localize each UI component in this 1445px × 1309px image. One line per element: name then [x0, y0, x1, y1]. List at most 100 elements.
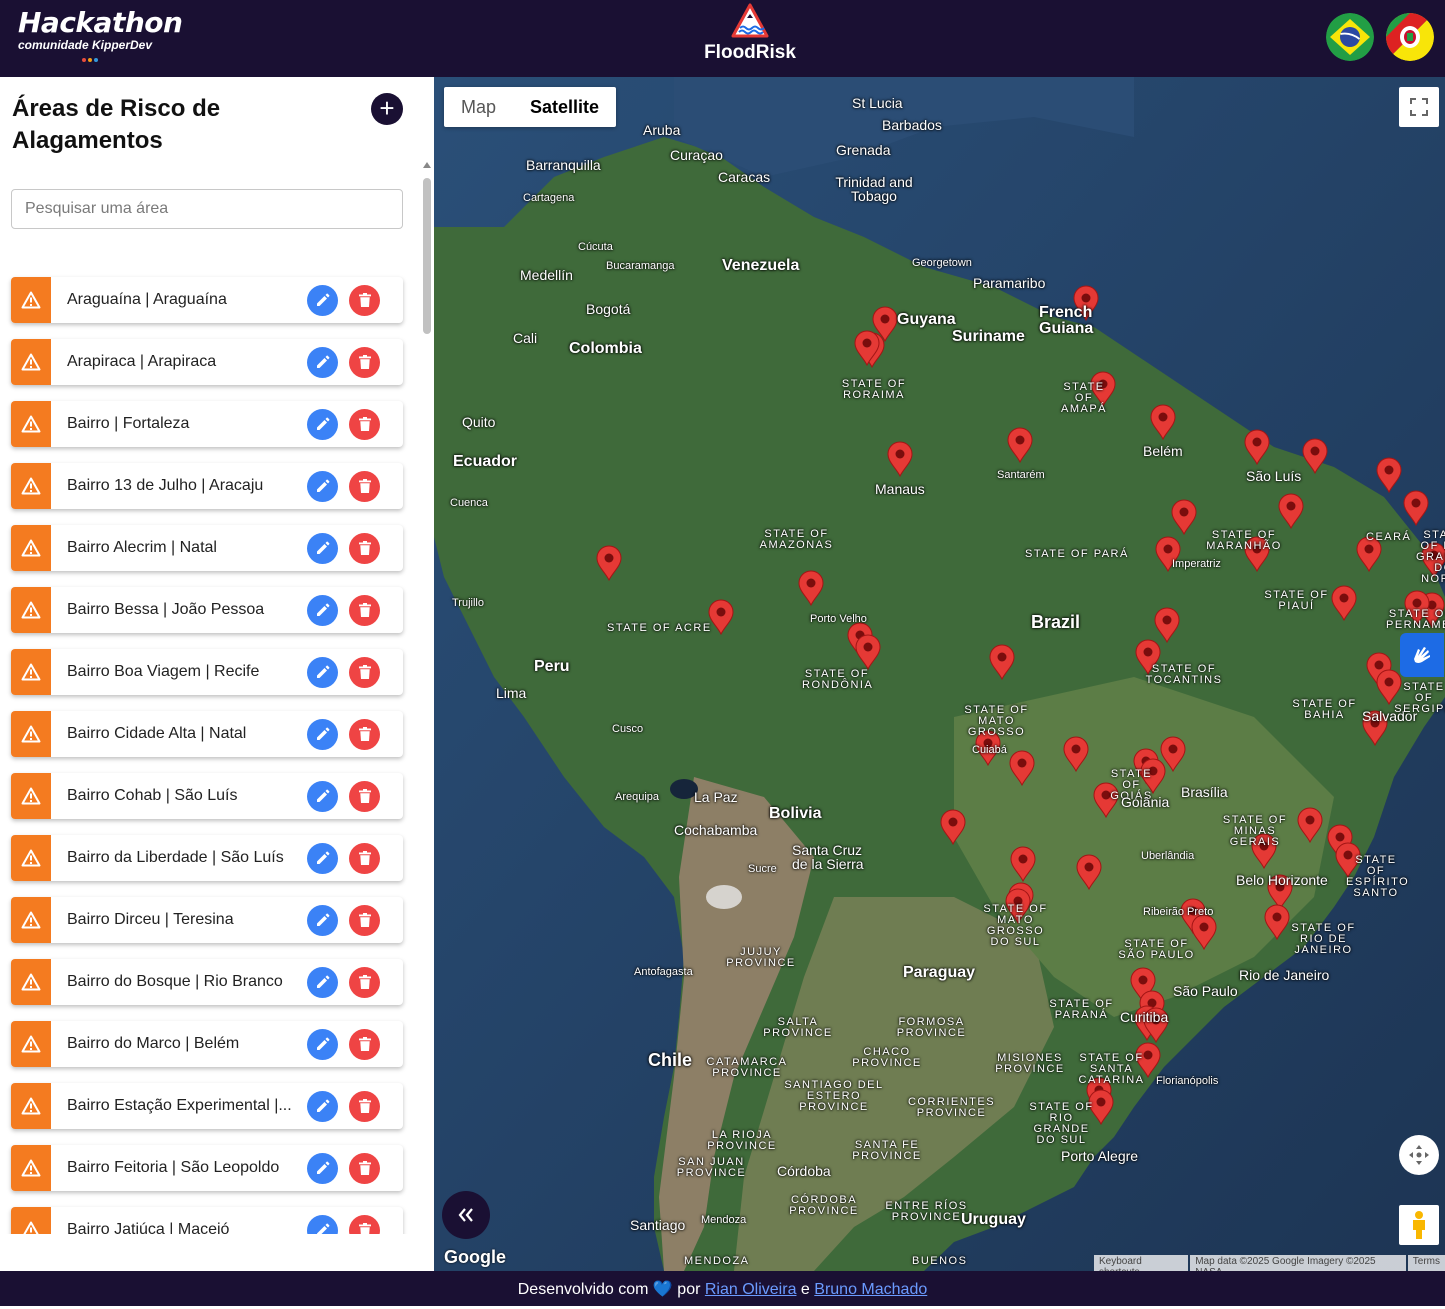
map-label: Guyana: [897, 311, 956, 328]
delete-button[interactable]: [349, 718, 380, 750]
edit-button[interactable]: [307, 904, 338, 936]
footer-and: e: [800, 1281, 810, 1298]
area-list-item[interactable]: Bairro do Marco | Belém: [11, 1021, 403, 1067]
warning-icon: [11, 277, 51, 323]
edit-button[interactable]: [307, 594, 338, 626]
map-label: Barranquilla: [526, 157, 601, 173]
edit-button[interactable]: [307, 1214, 338, 1234]
camera-control-button[interactable]: [1399, 1135, 1439, 1175]
fullscreen-button[interactable]: [1399, 87, 1439, 127]
map-label: CÓRDOBA PROVINCE: [789, 1194, 859, 1217]
delete-button[interactable]: [349, 1152, 380, 1184]
pencil-icon: [316, 603, 329, 616]
area-list-item[interactable]: Bairro do Bosque | Rio Branco: [11, 959, 403, 1005]
area-list-item[interactable]: Bairro Estação Experimental |...: [11, 1083, 403, 1129]
area-list-item[interactable]: Bairro Dirceu | Teresina: [11, 897, 403, 943]
area-list-item[interactable]: Bairro da Liberdade | São Luís: [11, 835, 403, 881]
search-input[interactable]: [11, 189, 403, 229]
author-link-bruno[interactable]: Bruno Machado: [814, 1281, 927, 1298]
edit-button[interactable]: [307, 532, 338, 564]
map-label: MENDOZA: [684, 1255, 750, 1267]
area-list-item[interactable]: Araguaína | Araguaína: [11, 277, 403, 323]
area-label: Bairro Jatiúca | Maceió: [67, 1221, 230, 1234]
map-label: Ecuador: [453, 453, 518, 470]
street-view-pegman-button[interactable]: [1399, 1205, 1439, 1245]
area-list: Araguaína | Araguaína Arapiraca | Arapir…: [11, 277, 403, 1234]
brazil-flag-button[interactable]: [1326, 13, 1374, 61]
footer-by: por: [677, 1281, 701, 1298]
area-list-item[interactable]: Bairro 13 de Julho | Aracaju: [11, 463, 403, 509]
scroll-thumb[interactable]: [423, 178, 431, 334]
keyboard-shortcuts-link[interactable]: Keyboard shortcuts: [1094, 1255, 1189, 1271]
area-list-item[interactable]: Bairro | Fortaleza: [11, 401, 403, 447]
area-label: Bairro 13 de Julho | Aracaju: [67, 477, 264, 494]
map-type-control: Map Satellite: [444, 87, 617, 127]
trash-icon: [358, 293, 371, 307]
edit-button[interactable]: [307, 408, 338, 440]
delete-button[interactable]: [349, 532, 380, 564]
edit-button[interactable]: [307, 1090, 338, 1122]
delete-button[interactable]: [349, 656, 380, 688]
warning-icon: [11, 897, 51, 943]
area-list-item[interactable]: Bairro Cidade Alta | Natal: [11, 711, 403, 757]
area-list-item[interactable]: Bairro Cohab | São Luís: [11, 773, 403, 819]
map-label: Santarém: [997, 469, 1045, 481]
map-label: Bucaramanga: [606, 260, 675, 272]
sidebar-scrollbar[interactable]: [421, 162, 433, 1234]
delete-button[interactable]: [349, 904, 380, 936]
terms-link[interactable]: Terms: [1407, 1255, 1445, 1271]
map-label: Curitiba: [1120, 1009, 1169, 1025]
map-label: STATE OF PIAUÍ: [1264, 589, 1329, 612]
area-list-item[interactable]: Bairro Jatiúca | Maceió: [11, 1207, 403, 1234]
delete-button[interactable]: [349, 1028, 380, 1060]
map-label: Suriname: [952, 328, 1025, 345]
collapse-sidebar-button[interactable]: [442, 1191, 490, 1239]
delete-button[interactable]: [349, 284, 380, 316]
pencil-icon: [316, 1223, 329, 1234]
area-list-item[interactable]: Bairro Feitoria | São Leopoldo: [11, 1145, 403, 1191]
pencil-icon: [316, 479, 329, 492]
edit-button[interactable]: [307, 966, 338, 998]
floodrisk-logo: FloodRisk: [690, 2, 810, 64]
edit-button[interactable]: [307, 470, 338, 502]
delete-button[interactable]: [349, 470, 380, 502]
delete-button[interactable]: [349, 780, 380, 812]
map-label: Chile: [648, 1050, 693, 1070]
map-view[interactable]: St Lucia Aruba Barbados Curaçao Grenada …: [434, 77, 1445, 1271]
map-label: STATE OF AMAPÁ: [1060, 381, 1107, 415]
map-label: St Lucia: [852, 95, 903, 111]
edit-button[interactable]: [307, 780, 338, 812]
edit-button[interactable]: [307, 656, 338, 688]
area-list-item[interactable]: Bairro Boa Viagem | Recife: [11, 649, 403, 695]
map-label: CEARÁ: [1366, 531, 1412, 543]
map-type-satellite-button[interactable]: Satellite: [513, 87, 616, 127]
edit-button[interactable]: [307, 346, 338, 378]
edit-button[interactable]: [307, 718, 338, 750]
edit-button[interactable]: [307, 1028, 338, 1060]
fullscreen-icon: [1410, 98, 1428, 116]
warning-icon: [11, 1021, 51, 1067]
delete-button[interactable]: [349, 346, 380, 378]
delete-button[interactable]: [349, 408, 380, 440]
accessibility-button[interactable]: [1400, 633, 1444, 677]
map-type-map-button[interactable]: Map: [444, 87, 513, 127]
delete-button[interactable]: [349, 966, 380, 998]
map-label: Curaçao: [670, 147, 723, 163]
edit-button[interactable]: [307, 284, 338, 316]
author-link-rian[interactable]: Rian Oliveira: [705, 1281, 797, 1298]
map-label: Peru: [534, 658, 570, 675]
map-label: LA RIOJA PROVINCE: [707, 1129, 777, 1152]
delete-button[interactable]: [349, 1090, 380, 1122]
delete-button[interactable]: [349, 1214, 380, 1234]
hackathon-logo: Hackathon comunidade KipperDev: [18, 8, 183, 62]
pencil-icon: [316, 727, 329, 740]
delete-button[interactable]: [349, 594, 380, 626]
rs-flag-button[interactable]: [1386, 13, 1434, 61]
area-list-item[interactable]: Bairro Bessa | João Pessoa: [11, 587, 403, 633]
edit-button[interactable]: [307, 1152, 338, 1184]
edit-button[interactable]: [307, 842, 338, 874]
add-area-button[interactable]: +: [371, 93, 403, 125]
delete-button[interactable]: [349, 842, 380, 874]
area-list-item[interactable]: Bairro Alecrim | Natal: [11, 525, 403, 571]
area-list-item[interactable]: Arapiraca | Arapiraca: [11, 339, 403, 385]
